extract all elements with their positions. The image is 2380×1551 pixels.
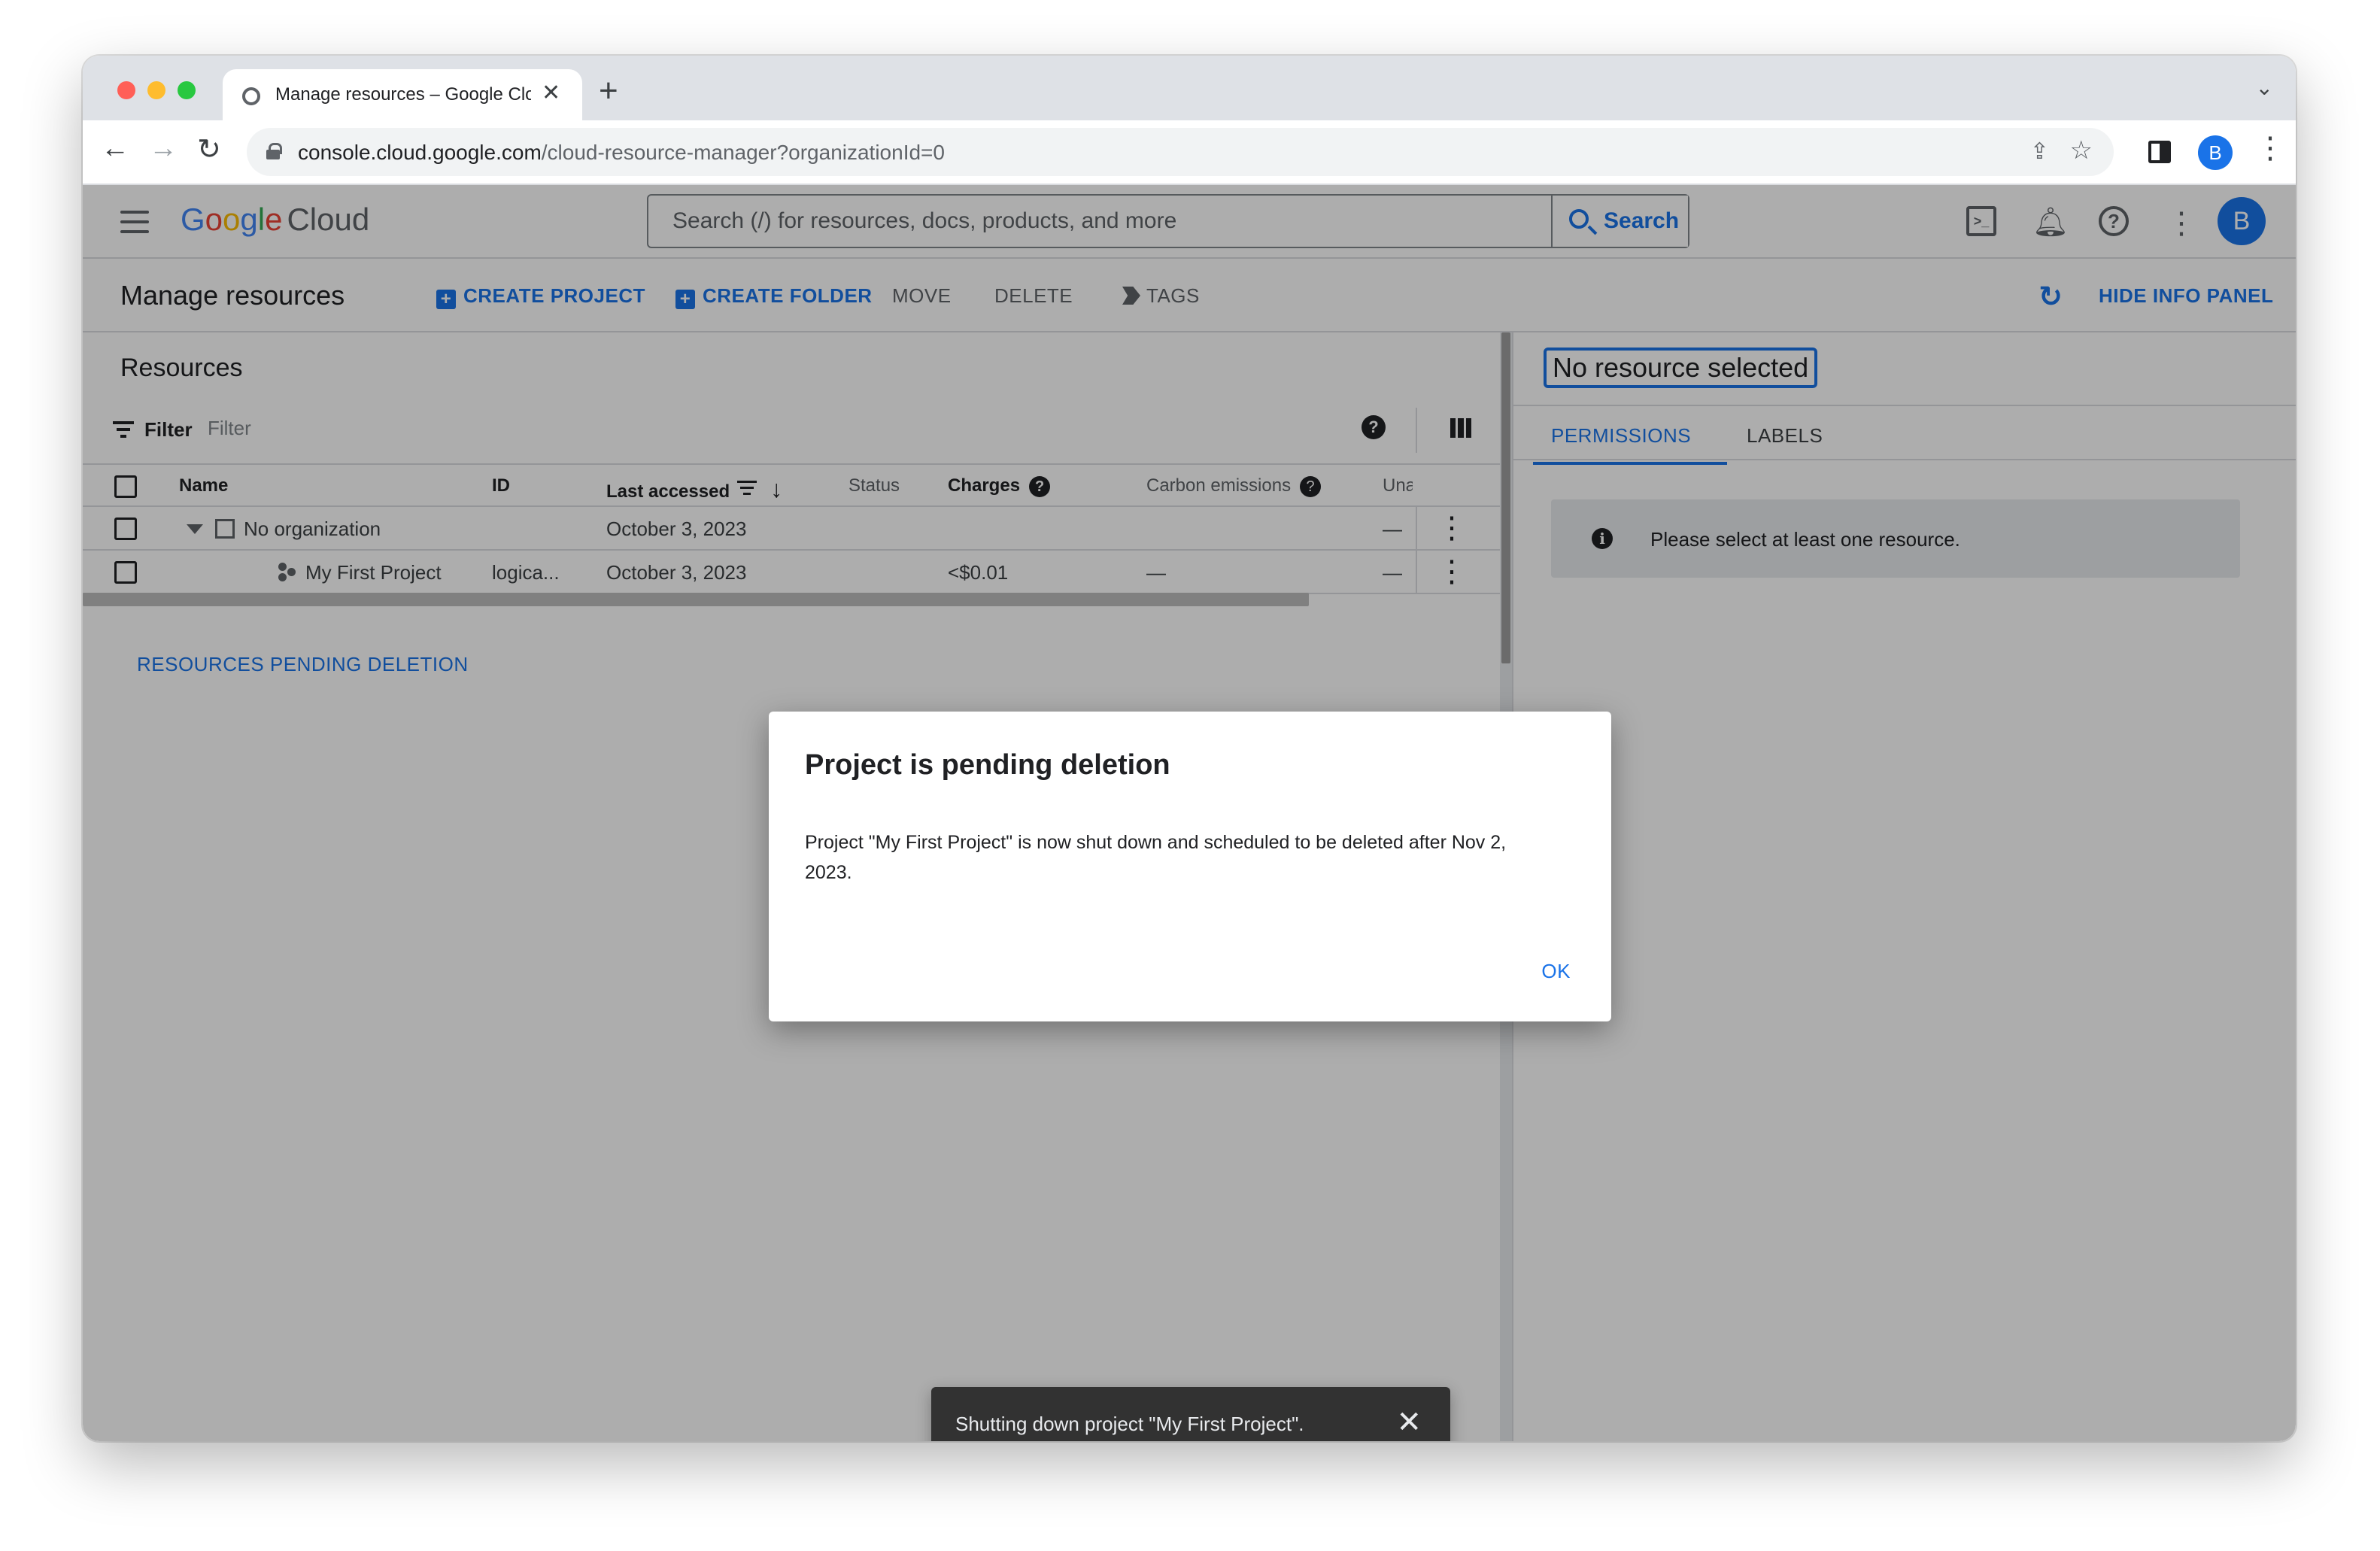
forward-arrow-icon[interactable]: → <box>149 132 178 165</box>
cloud-console: GoogleCloud Search >_ 🔔︎ ? ⋮ B Manage re… <box>83 185 2296 1441</box>
back-arrow-icon[interactable]: ← <box>101 132 129 165</box>
pending-deletion-dialog: Project is pending deletion Project "My … <box>769 712 1611 1021</box>
url-text[interactable]: console.cloud.google.com/cloud-resource-… <box>298 141 945 165</box>
browser-menu-icon[interactable]: ⋮ <box>2255 131 2285 165</box>
tab-title: Manage resources – Google Cloud <box>275 84 531 105</box>
side-panel-icon[interactable] <box>2148 141 2171 163</box>
dialog-body: Project "My First Project" is now shut d… <box>805 832 1507 883</box>
share-icon[interactable]: ⇪ <box>2030 138 2049 165</box>
tab-close-icon[interactable]: ✕ <box>542 80 560 106</box>
ok-button[interactable]: OK <box>1541 960 1571 983</box>
dialog-title: Project is pending deletion <box>805 749 1170 781</box>
browser-tab[interactable]: Manage resources – Google Cloud ✕ <box>223 69 582 120</box>
new-tab-icon[interactable]: + <box>599 72 618 110</box>
browser-toolbar: ← → ↻ console.cloud.google.com/cloud-res… <box>83 120 2296 185</box>
tab-search-chevron-icon[interactable]: ⌄ <box>2256 75 2273 100</box>
snackbar-message: Shutting down project "My First Project"… <box>955 1413 1304 1435</box>
snackbar-close-icon[interactable]: ✕ <box>1396 1404 1422 1441</box>
browser-profile-avatar[interactable]: B <box>2198 135 2233 170</box>
address-bar[interactable]: console.cloud.google.com/cloud-resource-… <box>247 128 2114 176</box>
maximize-window-button[interactable] <box>178 81 196 99</box>
tab-strip: Manage resources – Google Cloud ✕ + ⌄ <box>83 56 2296 120</box>
minimize-window-button[interactable] <box>147 81 165 99</box>
lock-icon[interactable] <box>266 143 282 159</box>
browser-window: Manage resources – Google Cloud ✕ + ⌄ ← … <box>83 56 2296 1441</box>
google-cloud-favicon-icon <box>242 87 260 105</box>
reload-icon[interactable]: ↻ <box>197 132 221 166</box>
bookmark-star-icon[interactable]: ☆ <box>2070 135 2093 165</box>
close-window-button[interactable] <box>117 81 135 99</box>
snackbar: Shutting down project "My First Project"… <box>931 1387 1450 1441</box>
